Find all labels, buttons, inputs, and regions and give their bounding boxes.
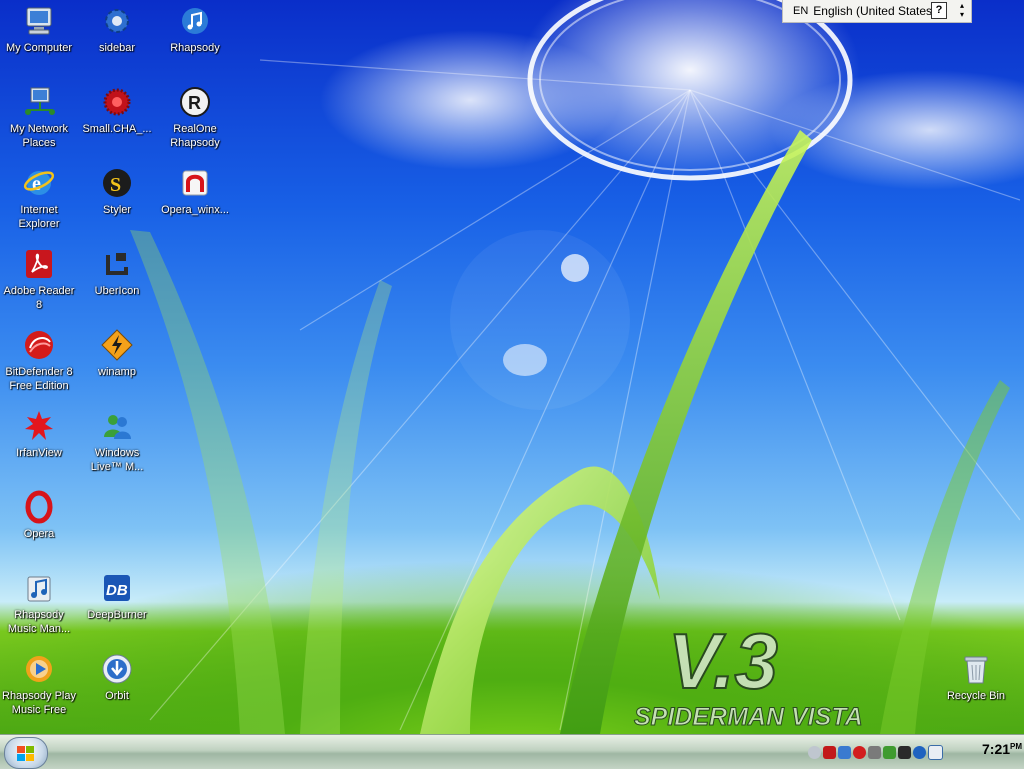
- bitdefender-icon: [25, 331, 53, 359]
- language-code[interactable]: EN: [793, 5, 808, 17]
- adobe-reader-icon: [26, 250, 52, 278]
- desktop-icon-label: BitDefender 8 Free Edition: [5, 366, 73, 392]
- tray-icon-2[interactable]: [823, 745, 836, 759]
- tray-icon-9[interactable]: [928, 744, 943, 760]
- tray-icon-1[interactable]: [808, 745, 821, 759]
- desktop-icon-deepburner[interactable]: DB DeepBurner: [78, 571, 156, 622]
- desktop-icon-label: IrfanView: [16, 447, 62, 459]
- desktop-icon-my-computer[interactable]: My Computer: [0, 4, 78, 55]
- language-name[interactable]: English (United States): [813, 4, 936, 18]
- deepburner-icon: DB: [104, 575, 130, 601]
- tray-icon-4[interactable]: [853, 745, 866, 759]
- opera-winx-icon: [182, 170, 208, 196]
- desktop-icon-label: Windows Live™ M...: [90, 447, 144, 473]
- desktop-icon-small-cha[interactable]: Small.CHA_...: [78, 85, 156, 136]
- internet-explorer-icon: e: [23, 171, 55, 195]
- desktop-icon-label: DeepBurner: [87, 609, 147, 621]
- svg-text:DB: DB: [106, 582, 128, 599]
- desktop-icon-rhapsody[interactable]: Rhapsody: [156, 4, 234, 55]
- desktop-icon-label: Internet Explorer: [18, 204, 60, 230]
- desktop-icon-label: Rhapsody Play Music Free: [2, 690, 76, 716]
- help-icon[interactable]: ?: [931, 2, 947, 19]
- tray-icon-7[interactable]: [898, 745, 911, 759]
- clock-time: 7:21: [982, 741, 1011, 757]
- small-cha-icon: [103, 88, 131, 116]
- desktop-icon-label: Recycle Bin: [946, 690, 1006, 702]
- gear-icon: [105, 9, 129, 33]
- desktop-icon-label: sidebar: [98, 42, 136, 54]
- rhapsody-play-icon: [26, 656, 52, 682]
- clock[interactable]: 7:21PM: [982, 741, 1022, 757]
- network-places-icon: [25, 87, 55, 115]
- desktop-icon-realone-rhapsody[interactable]: R RealOne Rhapsody: [156, 85, 234, 150]
- wallpaper-logo-title: V.3: [668, 617, 778, 705]
- svg-text:R: R: [188, 93, 201, 113]
- desktop-icon-internet-explorer[interactable]: e Internet Explorer: [0, 166, 78, 231]
- desktop-icon-rhapsody-play[interactable]: Rhapsody Play Music Free: [0, 652, 78, 717]
- tray-icon-6[interactable]: [883, 745, 896, 759]
- desktop-icon-rhapsody-music-manager[interactable]: Rhapsody Music Man...: [0, 571, 78, 636]
- system-tray: [808, 739, 943, 765]
- tray-icon-8[interactable]: [913, 745, 926, 759]
- taskbar: 7:21PM: [0, 734, 1024, 769]
- desktop-icon-opera-winx[interactable]: Opera_winx...: [156, 166, 234, 217]
- wallpaper-logo-subtitle: SPIDERMAN VISTA: [634, 703, 863, 731]
- svg-text:S: S: [110, 174, 121, 196]
- clock-suffix: PM: [1010, 742, 1023, 751]
- computer-icon: [26, 7, 52, 35]
- desktop-icon-adobe-reader[interactable]: Adobe Reader 8: [0, 247, 78, 312]
- desktop-icon-label: Orbit: [105, 690, 129, 702]
- start-button[interactable]: [4, 737, 48, 769]
- desktop-icon-winamp[interactable]: winamp: [78, 328, 156, 379]
- irfanview-icon: [25, 411, 53, 440]
- desktop: V.3 SPIDERMAN VISTA My Computer My Netwo…: [0, 0, 1024, 734]
- desktop-icon-label: Opera_winx...: [161, 204, 229, 216]
- desktop-icon-my-network-places[interactable]: My Network Places: [0, 85, 78, 150]
- desktop-icon-opera[interactable]: Opera: [0, 490, 78, 541]
- desktop-icon-label: Opera: [23, 528, 55, 540]
- desktop-icon-irfanview[interactable]: IrfanView: [0, 409, 78, 460]
- desktop-icon-recycle-bin[interactable]: Recycle Bin: [937, 652, 1015, 703]
- desktop-icon-label: Small.CHA_...: [82, 123, 152, 135]
- desktop-icon-label: My Computer: [5, 42, 73, 54]
- opera-icon: [25, 490, 53, 524]
- tray-icon-5[interactable]: [868, 745, 881, 759]
- rhapsody-music-manager-icon: [27, 576, 51, 602]
- language-bar-options-icon[interactable]: ▴ ▾: [955, 1, 969, 20]
- desktop-icon-label: winamp: [98, 366, 136, 378]
- desktop-icon-label: Styler: [102, 204, 132, 216]
- desktop-icon-label: Adobe Reader 8: [3, 285, 75, 311]
- styler-icon: S: [103, 169, 131, 197]
- windows-live-messenger-icon: [104, 415, 131, 439]
- rhapsody-icon: [182, 8, 208, 34]
- recycle-bin-icon: [964, 656, 988, 684]
- tray-icon-3[interactable]: [838, 745, 851, 759]
- desktop-icon-label: RealOne Rhapsody: [170, 123, 220, 149]
- desktop-icon-label: My Network Places: [9, 123, 69, 149]
- desktop-icon-styler[interactable]: S Styler: [78, 166, 156, 217]
- desktop-icon-label: UberIcon: [94, 285, 140, 297]
- orbit-icon: [102, 654, 132, 684]
- desktop-icon-label: Rhapsody: [170, 42, 220, 54]
- desktop-icon-windows-live-messenger[interactable]: Windows Live™ M...: [78, 409, 156, 474]
- desktop-icon-ubericon[interactable]: UberIcon: [78, 247, 156, 298]
- windows-logo-icon: [17, 746, 34, 761]
- desktop-icon-sidebar[interactable]: sidebar: [78, 4, 156, 55]
- winamp-icon: [101, 329, 133, 361]
- language-bar[interactable]: EN English (United States) ? ▴ ▾: [782, 0, 972, 23]
- desktop-icon-bitdefender[interactable]: BitDefender 8 Free Edition: [0, 328, 78, 393]
- desktop-icon-orbit[interactable]: Orbit: [78, 652, 156, 703]
- realone-rhapsody-icon: R: [180, 87, 210, 117]
- ubericon-icon: [106, 253, 128, 275]
- desktop-icon-label: Rhapsody Music Man...: [7, 609, 71, 635]
